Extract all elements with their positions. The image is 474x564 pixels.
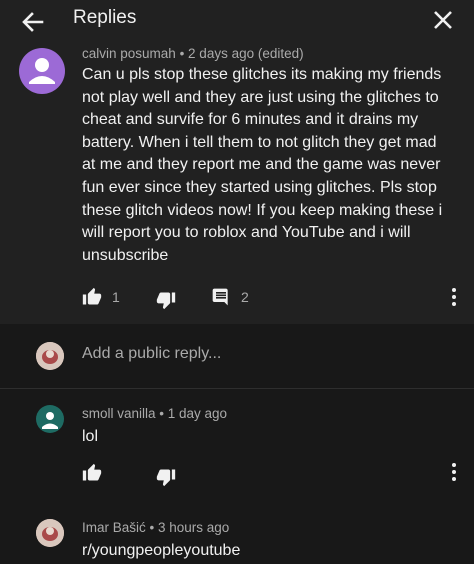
comment-meta: calvin posumah • 2 days ago (edited)	[82, 46, 304, 61]
avatar[interactable]	[19, 48, 65, 94]
reply-author[interactable]: Imar Bašić	[82, 520, 146, 535]
reply-text: r/youngpeopleyoutube	[82, 542, 241, 559]
meta-separator: •	[175, 46, 189, 61]
reply-meta: Imar Bašić • 3 hours ago	[82, 520, 229, 535]
thumbs-down-icon	[156, 469, 176, 487]
comment-line: at me and they report me and the game wa…	[82, 156, 441, 174]
comment-line: fun ever since they started using glitch…	[82, 178, 437, 196]
comment-icon	[212, 288, 228, 306]
close-icon[interactable]	[428, 5, 458, 35]
meta-separator: •	[145, 520, 158, 535]
back-arrow-icon[interactable]	[18, 7, 48, 37]
like-button[interactable]: 1	[82, 287, 120, 307]
reply-input[interactable]: Add a public reply...	[82, 345, 221, 363]
reply-author[interactable]: smoll vanilla	[82, 406, 156, 421]
comment-line: these glitch videos now! If you keep mak…	[82, 201, 443, 219]
reply-time: 1 day ago	[167, 406, 228, 421]
reply-count-button[interactable]: 2	[211, 287, 249, 307]
reply-count: 2	[241, 289, 249, 305]
more-options-icon[interactable]	[444, 287, 464, 307]
comment-line: cheat and survife for 6 minutes and it d…	[82, 111, 419, 129]
like-count: 1	[112, 289, 120, 305]
thumbs-down-icon	[156, 292, 176, 310]
replies-header: Replies	[0, 0, 474, 44]
user-avatar	[36, 342, 64, 370]
main-comment: calvin posumah • 2 days ago (edited) Can…	[0, 44, 474, 324]
comment-line: Can u pls stop these glitches its making…	[82, 66, 442, 83]
like-button[interactable]	[82, 463, 102, 483]
avatar[interactable]	[36, 519, 64, 547]
page-title: Replies	[73, 7, 137, 28]
dislike-button[interactable]	[156, 467, 176, 487]
comment-text: Can u pls stop these glitches its making…	[82, 64, 442, 267]
thumbs-up-icon	[82, 287, 102, 305]
avatar[interactable]	[36, 405, 64, 433]
reply-meta: smoll vanilla • 1 day ago	[82, 406, 227, 421]
add-reply-box[interactable]: Add a public reply...	[0, 324, 474, 389]
more-options-icon[interactable]	[444, 462, 464, 482]
thumbs-up-icon	[82, 463, 102, 481]
comment-author[interactable]: calvin posumah	[82, 46, 176, 61]
dislike-button[interactable]	[156, 290, 176, 310]
meta-separator: •	[155, 406, 168, 421]
comment-line: battery. When i tell them to not glitch …	[82, 133, 437, 151]
photo-avatar-icon	[36, 342, 64, 370]
reply-time: 3 hours ago	[158, 520, 230, 535]
comment-time: 2 days ago (edited)	[188, 46, 304, 61]
comment-line: will report you to roblox and YouTube an…	[82, 224, 411, 242]
default-avatar-icon	[29, 58, 55, 84]
comment-line: not play well and they are just using th…	[82, 88, 439, 106]
reply-text: lol	[82, 428, 99, 445]
comment-line: unsubscribe	[82, 246, 169, 264]
default-avatar-icon	[42, 412, 58, 429]
photo-avatar-icon	[36, 519, 64, 547]
